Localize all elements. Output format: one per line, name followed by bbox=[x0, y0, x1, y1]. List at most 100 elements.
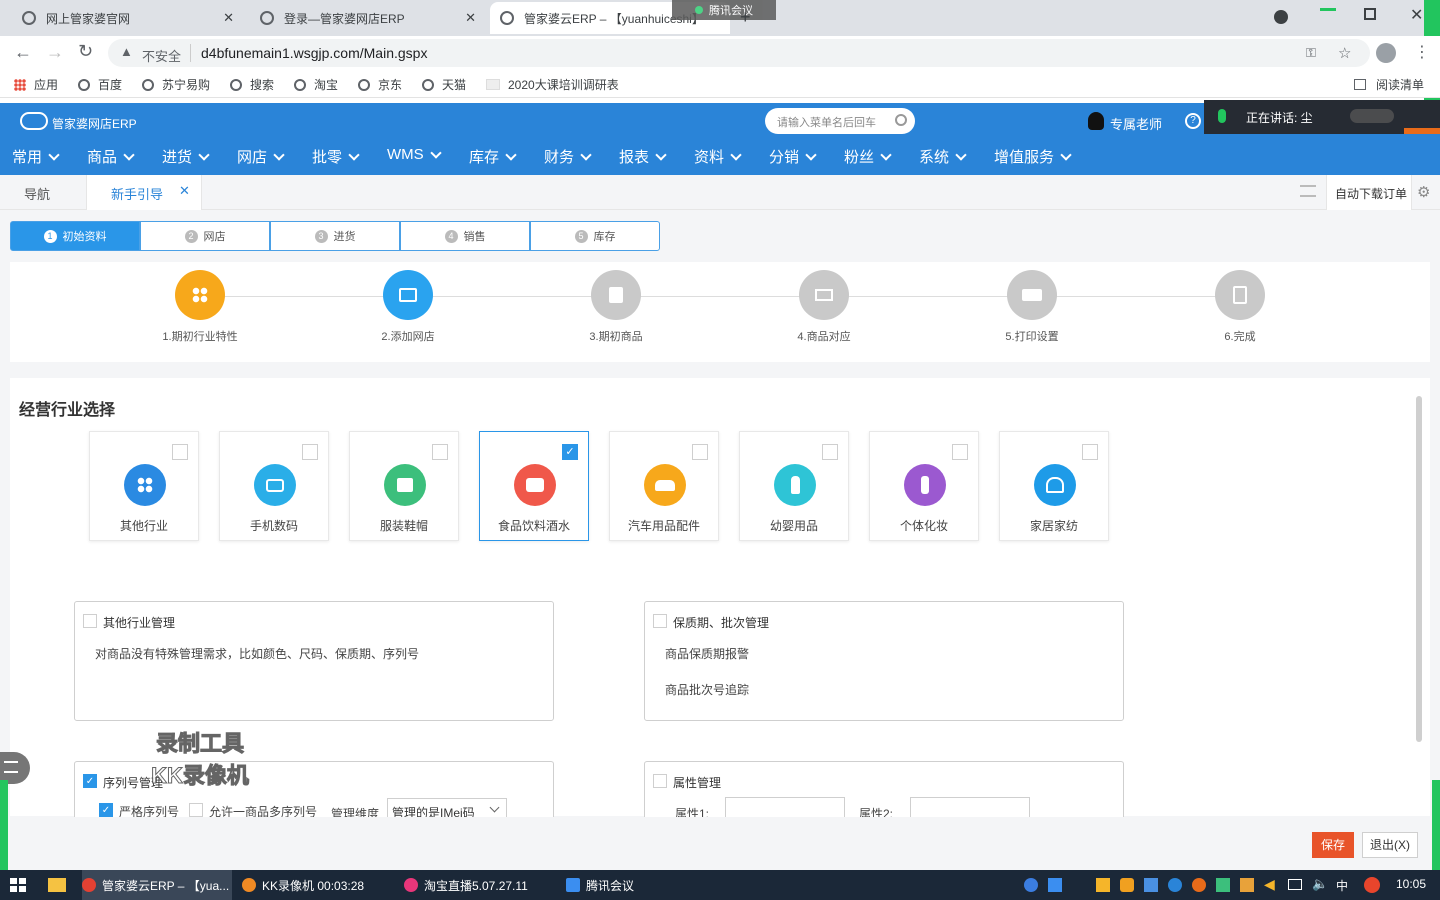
dimension-select[interactable]: 管理的是IMei码 bbox=[387, 798, 507, 817]
menu-goods[interactable]: 商品 bbox=[87, 146, 135, 167]
tray-app-icon[interactable] bbox=[1364, 877, 1380, 893]
tray-icon[interactable] bbox=[1168, 878, 1182, 892]
teacher-link[interactable]: 专属老师 bbox=[1110, 114, 1162, 133]
star-icon[interactable]: ☆ bbox=[1338, 44, 1351, 62]
step-tab-sales[interactable]: 4 销售 bbox=[400, 221, 530, 251]
flow-step-5[interactable]: 5.打印设置 bbox=[992, 270, 1072, 344]
url-text[interactable]: d4bfunemain1.wsgjp.com/Main.gspx bbox=[201, 45, 427, 61]
checkbox[interactable] bbox=[302, 444, 318, 460]
checkbox[interactable] bbox=[172, 444, 188, 460]
clock[interactable]: 10:05 bbox=[1396, 877, 1426, 891]
taskbar-app-tencent-meeting[interactable]: 腾讯会议 bbox=[566, 870, 676, 900]
menu-distribution[interactable]: 分销 bbox=[769, 146, 817, 167]
menu-fans[interactable]: 粉丝 bbox=[844, 146, 892, 167]
taskbar-app-taobao-live[interactable]: 淘宝直播5.07.27.11 bbox=[404, 870, 554, 900]
reload-icon[interactable]: ↻ bbox=[78, 41, 93, 62]
search-icon[interactable] bbox=[895, 114, 907, 126]
save-button[interactable]: 保存 bbox=[1312, 832, 1354, 858]
menu-finance[interactable]: 财务 bbox=[544, 146, 592, 167]
scrollbar-thumb[interactable] bbox=[1416, 396, 1422, 742]
step-tab-shop[interactable]: 2 网店 bbox=[140, 221, 270, 251]
tray-arrow-icon[interactable]: ◀ bbox=[1264, 876, 1275, 893]
file-explorer-icon[interactable] bbox=[48, 878, 66, 892]
tab-search-icon[interactable] bbox=[1274, 10, 1288, 24]
reading-list[interactable]: 阅读清单 bbox=[1354, 76, 1424, 93]
menu-purchase[interactable]: 进货 bbox=[162, 146, 210, 167]
ime-indicator[interactable]: 中 bbox=[1336, 877, 1348, 894]
new-tab-icon[interactable]: + bbox=[740, 7, 751, 28]
checkbox-checked[interactable]: ✓ bbox=[83, 774, 97, 788]
list-icon[interactable] bbox=[1300, 185, 1316, 197]
taskbar-app-chrome[interactable]: 管家婆云ERP – 【yua... bbox=[82, 870, 232, 900]
flow-step-3[interactable]: 3.期初商品 bbox=[576, 270, 656, 344]
bookmark-tmall[interactable]: 天猫 bbox=[422, 76, 466, 93]
minimize-icon[interactable] bbox=[1320, 8, 1336, 11]
checkbox-checked[interactable]: ✓ bbox=[562, 444, 578, 460]
checkbox[interactable] bbox=[83, 614, 97, 628]
checkbox[interactable] bbox=[692, 444, 708, 460]
menu-data[interactable]: 资料 bbox=[694, 146, 742, 167]
checkbox[interactable] bbox=[653, 774, 667, 788]
key-icon[interactable]: ⚿ bbox=[1306, 45, 1316, 61]
tray-icon[interactable] bbox=[1096, 878, 1110, 892]
close-window-icon[interactable]: ✕ bbox=[1410, 5, 1423, 25]
profile-avatar[interactable] bbox=[1376, 43, 1396, 63]
restore-icon[interactable] bbox=[1364, 8, 1376, 20]
flow-step-4[interactable]: 4.商品对应 bbox=[784, 270, 864, 344]
bookmark-search[interactable]: 搜索 bbox=[230, 76, 274, 93]
step-tab-purchase[interactable]: 3 进货 bbox=[270, 221, 400, 251]
bookmark-apps[interactable]: 应用 bbox=[14, 76, 58, 93]
industry-card-food[interactable]: ✓ 食品饮料酒水 bbox=[479, 431, 589, 541]
tray-icon[interactable] bbox=[1144, 878, 1158, 892]
tray-icon[interactable] bbox=[1120, 878, 1134, 892]
taskbar-app-kk-recorder[interactable]: KK录像机 00:03:28 bbox=[242, 870, 392, 900]
menu-wholesale[interactable]: 批零 bbox=[312, 146, 360, 167]
tab-navigation[interactable]: 导航 bbox=[24, 184, 50, 203]
flow-step-2[interactable]: 2.添加网店 bbox=[368, 270, 448, 344]
bookmark-taobao[interactable]: 淘宝 bbox=[294, 76, 338, 93]
industry-card-auto[interactable]: 汽车用品配件 bbox=[609, 431, 719, 541]
attribute-2-input[interactable] bbox=[910, 797, 1030, 817]
allow-multi-checkbox[interactable] bbox=[189, 803, 203, 817]
menu-inventory[interactable]: 库存 bbox=[469, 146, 517, 167]
tray-icon[interactable] bbox=[1192, 878, 1206, 892]
checkbox[interactable] bbox=[653, 614, 667, 628]
close-tab-icon[interactable]: ✕ bbox=[179, 183, 190, 199]
industry-card-digital[interactable]: 手机数码 bbox=[219, 431, 329, 541]
menu-common[interactable]: 常用 bbox=[12, 146, 60, 167]
tray-icon[interactable] bbox=[1024, 878, 1038, 892]
more-menu-icon[interactable]: ⋮ bbox=[1414, 42, 1430, 62]
bookmark-suning[interactable]: 苏宁易购 bbox=[142, 76, 210, 93]
bookmark-survey[interactable]: 2020大课培训调研表 bbox=[486, 76, 619, 93]
tray-icon[interactable] bbox=[1216, 878, 1230, 892]
step-tab-initial-data[interactable]: 1 初始资料 bbox=[10, 221, 140, 251]
auto-download-button[interactable]: 自动下载订单 bbox=[1326, 175, 1412, 210]
tray-icon[interactable] bbox=[1240, 878, 1254, 892]
volume-icon[interactable]: 🔈 bbox=[1312, 876, 1328, 892]
omnibox[interactable]: ▲ 不安全 d4bfunemain1.wsgjp.com/Main.gspx ⚿… bbox=[108, 39, 1370, 67]
browser-tab-1[interactable]: 网上管家婆官网 ✕ bbox=[12, 2, 244, 34]
menu-reports[interactable]: 报表 bbox=[619, 146, 667, 167]
tab-new-user-guide[interactable]: 新手引导 ✕ bbox=[86, 175, 202, 210]
bookmark-baidu[interactable]: 百度 bbox=[78, 76, 122, 93]
attribute-1-input[interactable] bbox=[725, 797, 845, 817]
windows-start-icon[interactable] bbox=[10, 878, 26, 892]
step-tab-inventory[interactable]: 5 库存 bbox=[530, 221, 660, 251]
strict-serial-checkbox[interactable]: ✓ bbox=[99, 803, 113, 817]
tray-icon[interactable] bbox=[1048, 878, 1062, 892]
bookmark-jd[interactable]: 京东 bbox=[358, 76, 402, 93]
checkbox[interactable] bbox=[952, 444, 968, 460]
industry-card-home[interactable]: 家居家纺 bbox=[999, 431, 1109, 541]
checkbox[interactable] bbox=[1082, 444, 1098, 460]
forward-icon[interactable]: → bbox=[46, 42, 64, 63]
close-tab-icon[interactable]: ✕ bbox=[223, 10, 234, 26]
checkbox[interactable] bbox=[432, 444, 448, 460]
industry-card-other[interactable]: 其他行业 bbox=[89, 431, 199, 541]
industry-card-baby[interactable]: 幼婴用品 bbox=[739, 431, 849, 541]
menu-value-added[interactable]: 增值服务 bbox=[994, 146, 1072, 167]
flow-step-6[interactable]: 6.完成 bbox=[1200, 270, 1280, 344]
network-icon[interactable] bbox=[1288, 879, 1302, 890]
back-icon[interactable]: ← bbox=[14, 42, 32, 63]
settings-gear-icon[interactable]: ⚙ bbox=[1417, 183, 1430, 201]
menu-system[interactable]: 系统 bbox=[919, 146, 967, 167]
